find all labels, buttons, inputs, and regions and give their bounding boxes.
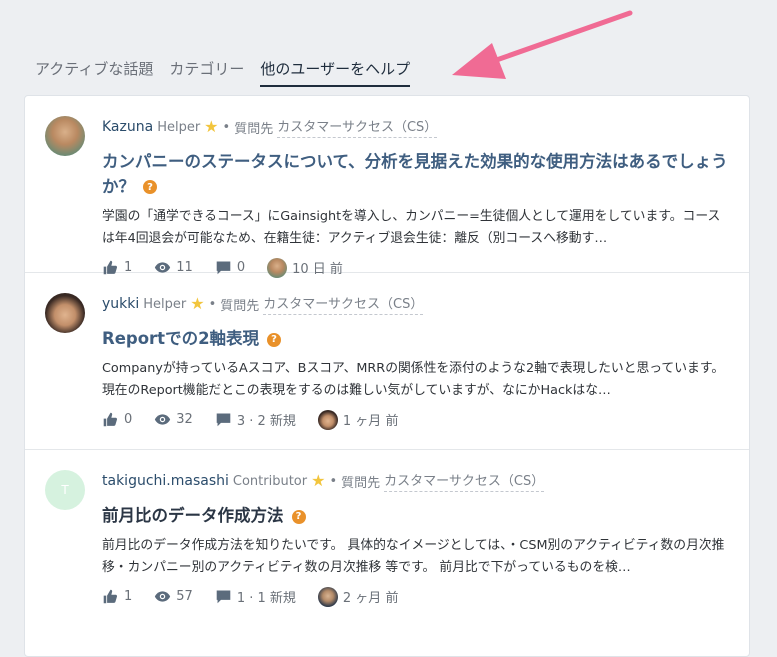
last-activity-time: 2 ヶ月 前 — [342, 591, 399, 607]
topic-excerpt: 前月比のデータ作成方法を知りたいです。 具体的なイメージとしては、・CSM別のア… — [102, 537, 725, 575]
list-item: Kazuna Helper ★ • 質問先 カスタマーサクセス（CS） カンパニ… — [25, 96, 749, 278]
topic-title[interactable]: 前月比のデータ作成方法? — [102, 504, 731, 529]
reply-count-value: 1 · 1 新規 — [236, 591, 296, 607]
thumbs-up-icon — [103, 412, 118, 427]
author-role: Helper — [143, 296, 187, 312]
topic-title[interactable]: カンパニーのステータスについて、分析を見据えた効果的な使用方法はあるでしょうか？… — [102, 150, 731, 200]
like-count-value: 0 — [124, 412, 133, 428]
question-badge-icon: ? — [267, 332, 282, 347]
avatar[interactable] — [45, 293, 85, 333]
view-count-value: 32 — [176, 412, 193, 428]
author-name[interactable]: Kazuna — [102, 119, 153, 135]
reply-count: 1 · 1 新規 — [215, 587, 296, 606]
author-role: Contributor — [232, 473, 308, 489]
separator: • — [208, 296, 217, 312]
like-count[interactable]: 1 — [102, 588, 132, 605]
comment-icon — [216, 590, 231, 604]
separator: • — [222, 119, 231, 135]
topic-stats: 0 32 3 · 2 新規 1 ヶ月 前 — [102, 409, 731, 430]
topic-title-text[interactable]: 前月比のデータ作成方法 — [102, 506, 284, 525]
tab-bar: アクティブな話題 カテゴリー 他のユーザーをヘルプ — [35, 58, 411, 87]
avatar[interactable] — [45, 116, 85, 156]
star-icon: ★ — [204, 117, 219, 136]
tab-active-topics[interactable]: アクティブな話題 — [35, 58, 153, 87]
avatar — [317, 586, 338, 607]
avatar[interactable]: T — [45, 470, 85, 510]
avatar — [317, 409, 338, 430]
list-item: yukki Helper ★ • 質問先 カスタマーサクセス（CS） Repor… — [25, 273, 749, 450]
topic-title-text[interactable]: Reportでの2軸表現 — [102, 329, 259, 348]
author-role: Helper — [157, 119, 201, 135]
star-icon: ★ — [190, 294, 205, 313]
topic-list: Kazuna Helper ★ • 質問先 カスタマーサクセス（CS） カンパニ… — [24, 95, 750, 657]
asked-label: 質問先 — [220, 298, 260, 314]
separator: • — [329, 473, 338, 489]
view-count: 32 — [154, 411, 193, 428]
category-link[interactable]: カスタマーサクセス（CS） — [384, 470, 545, 492]
avatar-letter: T — [61, 483, 69, 497]
like-count[interactable]: 0 — [102, 411, 132, 428]
last-activity: 2 ヶ月 前 — [317, 586, 399, 607]
like-count-value: 1 — [124, 589, 133, 605]
tab-help-others[interactable]: 他のユーザーをヘルプ — [260, 58, 411, 87]
asked-label: 質問先 — [234, 121, 274, 137]
thumbs-up-icon — [103, 589, 118, 604]
list-item: T takiguchi.masashi Contributor ★ • 質問先 … — [25, 450, 749, 626]
annotation-arrow-icon — [452, 10, 633, 79]
last-activity-time: 1 ヶ月 前 — [342, 414, 399, 430]
view-count: 57 — [154, 588, 193, 605]
reply-count: 3 · 2 新規 — [215, 410, 296, 429]
category-link[interactable]: カスタマーサクセス（CS） — [277, 116, 438, 138]
topic-title-text[interactable]: カンパニーのステータスについて、分析を見据えた効果的な使用方法はあるでしょうか？ — [102, 152, 728, 196]
view-count-value: 57 — [176, 589, 193, 605]
question-badge-icon: ? — [143, 180, 157, 195]
eye-icon — [155, 414, 171, 425]
topic-excerpt: Companyが持っているAスコア、Bスコア、MRRの関係性を添付のような2軸で… — [102, 360, 725, 398]
topic-excerpt: 学園の「通学できるコース」にGainsightを導入し、カンパニー=生徒個人とし… — [102, 208, 721, 246]
category-link[interactable]: カスタマーサクセス（CS） — [263, 293, 424, 315]
author-name[interactable]: takiguchi.masashi — [102, 473, 229, 489]
tab-categories[interactable]: カテゴリー — [169, 58, 244, 87]
last-activity: 1 ヶ月 前 — [317, 409, 399, 430]
topic-stats: 1 57 1 · 1 新規 2 ヶ月 前 — [102, 586, 731, 607]
author-name[interactable]: yukki — [102, 296, 139, 312]
question-badge-icon: ? — [291, 509, 306, 524]
eye-icon — [155, 591, 171, 602]
topic-title[interactable]: Reportでの2軸表現? — [102, 327, 731, 352]
asked-label: 質問先 — [341, 475, 381, 491]
reply-count-value: 3 · 2 新規 — [236, 414, 296, 430]
comment-icon — [216, 413, 231, 427]
star-icon: ★ — [311, 471, 326, 490]
